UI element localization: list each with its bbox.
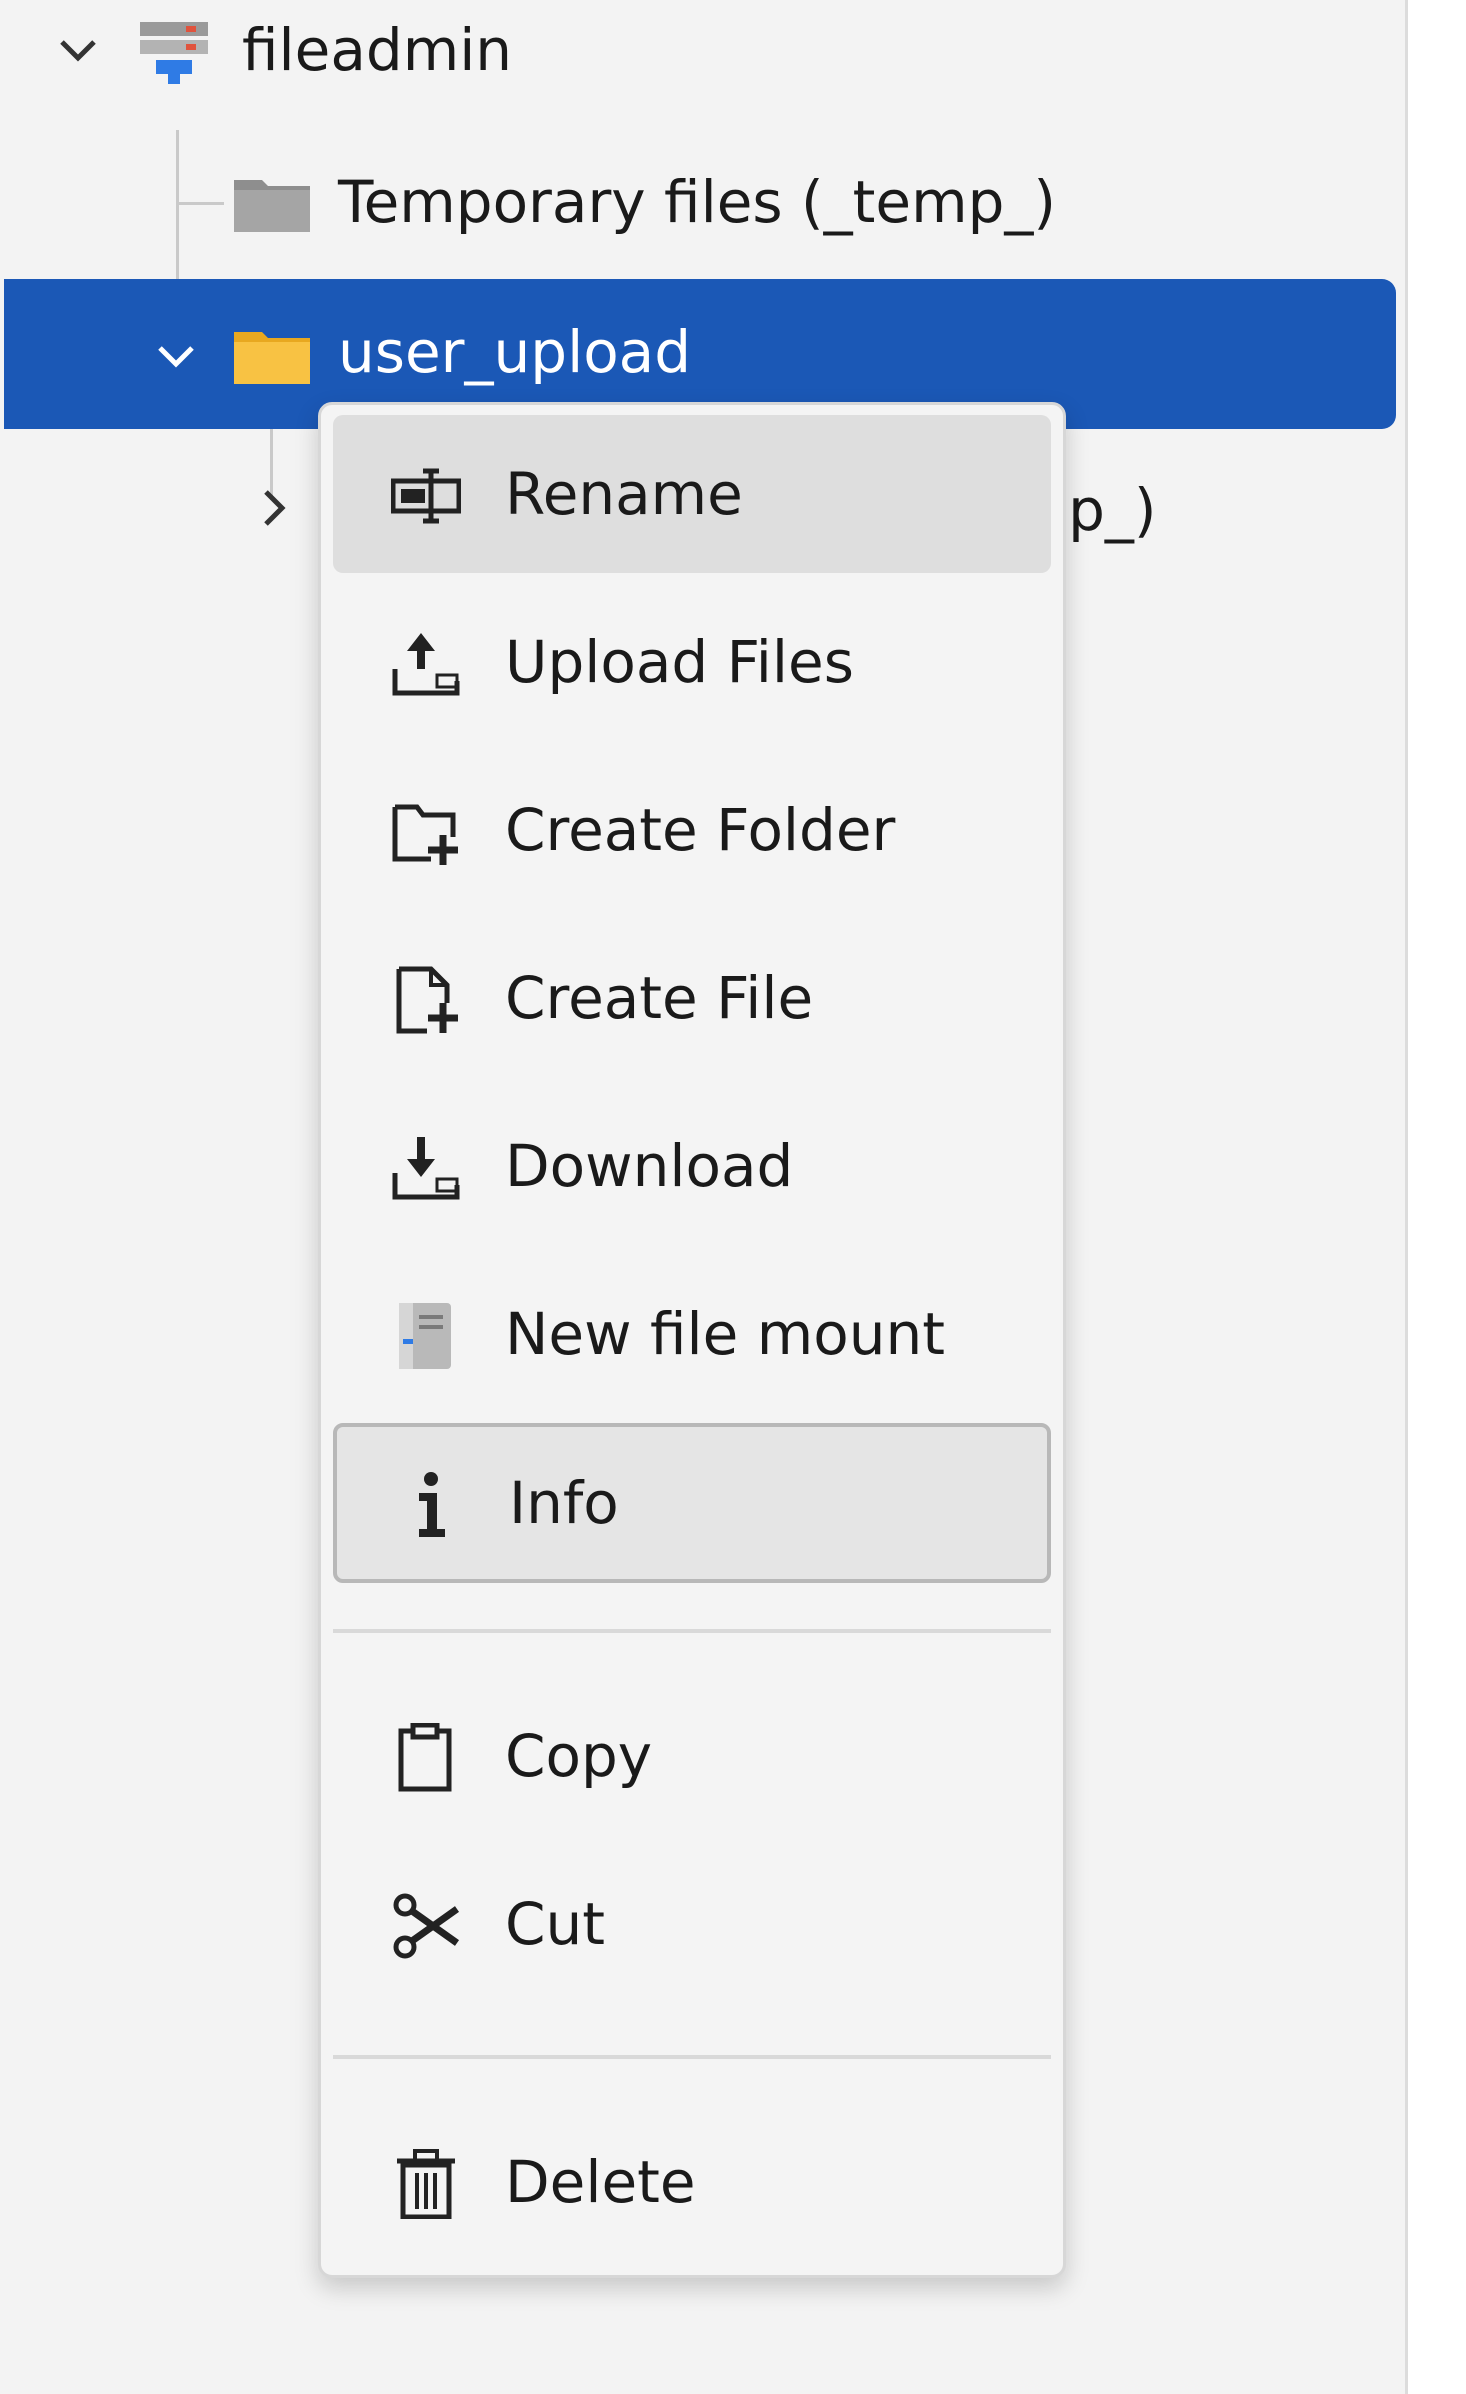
menu-item-label: Copy [505, 1722, 653, 1790]
menu-item-label: Create Folder [505, 796, 896, 864]
storage-icon [140, 22, 208, 84]
menu-item-create-folder[interactable]: Create Folder [333, 751, 1051, 909]
rename-icon [391, 468, 461, 524]
menu-item-label: Download [505, 1132, 794, 1200]
menu-item-create-file[interactable]: Create File [333, 919, 1051, 1077]
chevron-right-icon[interactable] [250, 484, 298, 532]
menu-item-label: New file mount [505, 1300, 945, 1368]
scissors-icon [393, 1893, 460, 1959]
tree-node-label: Temporary files (_temp_) [338, 168, 1057, 236]
tree-node-temp[interactable]: Temporary files (_temp_) [0, 128, 1400, 278]
menu-item-upload-files[interactable]: Upload Files [333, 583, 1051, 741]
menu-item-label: Create File [505, 964, 814, 1032]
tree-node-fileadmin[interactable]: fileadmin [0, 0, 1400, 126]
menu-item-label: Upload Files [505, 628, 854, 696]
menu-item-delete[interactable]: Delete [333, 2103, 1051, 2261]
chevron-down-icon[interactable] [54, 26, 102, 74]
copy-icon [398, 1723, 452, 1792]
create-file-icon [396, 966, 458, 1034]
menu-item-download[interactable]: Download [333, 1087, 1051, 1245]
menu-item-label: Cut [505, 1890, 605, 1958]
tree-node-label-partial: ıp_) [1052, 476, 1157, 544]
upload-icon [392, 633, 460, 696]
folder-yellow-icon [234, 332, 310, 384]
menu-item-rename[interactable]: Rename [333, 415, 1051, 573]
tree-node-label: user_upload [338, 318, 692, 386]
trash-icon [397, 2149, 455, 2219]
menu-item-cut[interactable]: Cut [333, 1845, 1051, 2003]
menu-divider [333, 1629, 1051, 1633]
menu-item-label: Rename [505, 460, 743, 528]
content-area [1408, 0, 1466, 2394]
file-mount-icon [399, 1303, 451, 1369]
info-icon [419, 1472, 445, 1537]
context-menu: Rename Upload Files Create Folder Create… [318, 402, 1066, 2278]
tree-node-label: fileadmin [242, 16, 513, 84]
menu-item-new-file-mount[interactable]: New file mount [333, 1255, 1051, 1413]
folder-gray-icon [234, 180, 310, 232]
menu-item-label: Delete [505, 2148, 696, 2216]
download-icon [392, 1137, 460, 1200]
menu-item-info[interactable]: Info [333, 1423, 1051, 1583]
menu-divider [333, 2055, 1051, 2059]
menu-item-label: Info [509, 1469, 619, 1537]
create-folder-icon [392, 804, 458, 865]
menu-item-copy[interactable]: Copy [333, 1677, 1051, 1835]
chevron-down-icon[interactable] [152, 332, 200, 380]
